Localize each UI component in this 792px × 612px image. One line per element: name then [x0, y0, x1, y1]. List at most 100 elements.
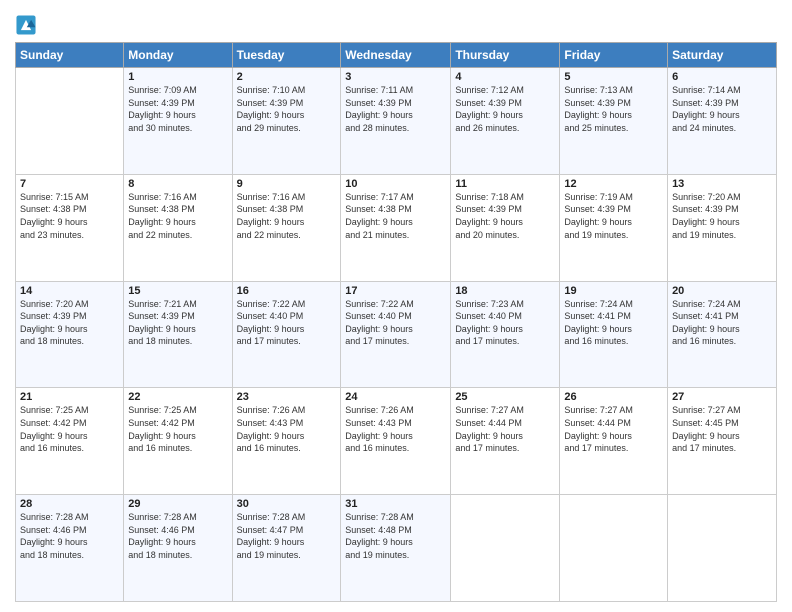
day-number: 7: [20, 178, 119, 190]
day-number: 24: [345, 391, 446, 403]
day-info: Sunrise: 7:28 AM Sunset: 4:46 PM Dayligh…: [20, 511, 119, 561]
day-number: 28: [20, 498, 119, 510]
column-header-thursday: Thursday: [451, 43, 560, 68]
header: [15, 10, 777, 36]
day-number: 8: [128, 178, 227, 190]
day-info: Sunrise: 7:09 AM Sunset: 4:39 PM Dayligh…: [128, 84, 227, 134]
calendar-cell: [451, 495, 560, 602]
calendar-cell: [16, 68, 124, 175]
column-header-sunday: Sunday: [16, 43, 124, 68]
day-number: 1: [128, 71, 227, 83]
day-number: 16: [237, 285, 337, 297]
calendar-cell: 11Sunrise: 7:18 AM Sunset: 4:39 PM Dayli…: [451, 174, 560, 281]
day-number: 6: [672, 71, 772, 83]
day-info: Sunrise: 7:28 AM Sunset: 4:48 PM Dayligh…: [345, 511, 446, 561]
day-info: Sunrise: 7:15 AM Sunset: 4:38 PM Dayligh…: [20, 191, 119, 241]
week-row-2: 7Sunrise: 7:15 AM Sunset: 4:38 PM Daylig…: [16, 174, 777, 281]
day-info: Sunrise: 7:21 AM Sunset: 4:39 PM Dayligh…: [128, 298, 227, 348]
logo: [15, 14, 39, 36]
page: SundayMondayTuesdayWednesdayThursdayFrid…: [0, 0, 792, 612]
day-info: Sunrise: 7:17 AM Sunset: 4:38 PM Dayligh…: [345, 191, 446, 241]
calendar-cell: 27Sunrise: 7:27 AM Sunset: 4:45 PM Dayli…: [668, 388, 777, 495]
day-info: Sunrise: 7:20 AM Sunset: 4:39 PM Dayligh…: [672, 191, 772, 241]
header-row: SundayMondayTuesdayWednesdayThursdayFrid…: [16, 43, 777, 68]
day-number: 18: [455, 285, 555, 297]
calendar-cell: 1Sunrise: 7:09 AM Sunset: 4:39 PM Daylig…: [124, 68, 232, 175]
calendar-cell: 28Sunrise: 7:28 AM Sunset: 4:46 PM Dayli…: [16, 495, 124, 602]
day-info: Sunrise: 7:12 AM Sunset: 4:39 PM Dayligh…: [455, 84, 555, 134]
calendar-cell: 4Sunrise: 7:12 AM Sunset: 4:39 PM Daylig…: [451, 68, 560, 175]
day-number: 3: [345, 71, 446, 83]
day-number: 17: [345, 285, 446, 297]
calendar-cell: 6Sunrise: 7:14 AM Sunset: 4:39 PM Daylig…: [668, 68, 777, 175]
calendar-cell: 29Sunrise: 7:28 AM Sunset: 4:46 PM Dayli…: [124, 495, 232, 602]
day-number: 5: [564, 71, 663, 83]
day-number: 29: [128, 498, 227, 510]
day-info: Sunrise: 7:10 AM Sunset: 4:39 PM Dayligh…: [237, 84, 337, 134]
day-info: Sunrise: 7:20 AM Sunset: 4:39 PM Dayligh…: [20, 298, 119, 348]
day-info: Sunrise: 7:27 AM Sunset: 4:44 PM Dayligh…: [564, 404, 663, 454]
week-row-4: 21Sunrise: 7:25 AM Sunset: 4:42 PM Dayli…: [16, 388, 777, 495]
day-number: 12: [564, 178, 663, 190]
day-number: 23: [237, 391, 337, 403]
day-info: Sunrise: 7:24 AM Sunset: 4:41 PM Dayligh…: [672, 298, 772, 348]
calendar-cell: 17Sunrise: 7:22 AM Sunset: 4:40 PM Dayli…: [341, 281, 451, 388]
day-number: 19: [564, 285, 663, 297]
day-info: Sunrise: 7:28 AM Sunset: 4:46 PM Dayligh…: [128, 511, 227, 561]
day-info: Sunrise: 7:16 AM Sunset: 4:38 PM Dayligh…: [128, 191, 227, 241]
day-info: Sunrise: 7:26 AM Sunset: 4:43 PM Dayligh…: [237, 404, 337, 454]
day-info: Sunrise: 7:22 AM Sunset: 4:40 PM Dayligh…: [345, 298, 446, 348]
calendar-cell: [668, 495, 777, 602]
day-info: Sunrise: 7:27 AM Sunset: 4:44 PM Dayligh…: [455, 404, 555, 454]
logo-icon: [15, 14, 37, 36]
week-row-5: 28Sunrise: 7:28 AM Sunset: 4:46 PM Dayli…: [16, 495, 777, 602]
calendar-cell: 31Sunrise: 7:28 AM Sunset: 4:48 PM Dayli…: [341, 495, 451, 602]
calendar-cell: 21Sunrise: 7:25 AM Sunset: 4:42 PM Dayli…: [16, 388, 124, 495]
calendar-cell: 9Sunrise: 7:16 AM Sunset: 4:38 PM Daylig…: [232, 174, 341, 281]
day-number: 30: [237, 498, 337, 510]
day-number: 2: [237, 71, 337, 83]
calendar-cell: 10Sunrise: 7:17 AM Sunset: 4:38 PM Dayli…: [341, 174, 451, 281]
calendar-cell: [560, 495, 668, 602]
week-row-1: 1Sunrise: 7:09 AM Sunset: 4:39 PM Daylig…: [16, 68, 777, 175]
day-info: Sunrise: 7:22 AM Sunset: 4:40 PM Dayligh…: [237, 298, 337, 348]
column-header-saturday: Saturday: [668, 43, 777, 68]
calendar-cell: 15Sunrise: 7:21 AM Sunset: 4:39 PM Dayli…: [124, 281, 232, 388]
calendar-table: SundayMondayTuesdayWednesdayThursdayFrid…: [15, 42, 777, 602]
calendar-cell: 30Sunrise: 7:28 AM Sunset: 4:47 PM Dayli…: [232, 495, 341, 602]
day-info: Sunrise: 7:24 AM Sunset: 4:41 PM Dayligh…: [564, 298, 663, 348]
day-number: 14: [20, 285, 119, 297]
day-info: Sunrise: 7:23 AM Sunset: 4:40 PM Dayligh…: [455, 298, 555, 348]
calendar-cell: 13Sunrise: 7:20 AM Sunset: 4:39 PM Dayli…: [668, 174, 777, 281]
day-number: 10: [345, 178, 446, 190]
day-number: 4: [455, 71, 555, 83]
day-info: Sunrise: 7:19 AM Sunset: 4:39 PM Dayligh…: [564, 191, 663, 241]
calendar-cell: 3Sunrise: 7:11 AM Sunset: 4:39 PM Daylig…: [341, 68, 451, 175]
calendar-cell: 5Sunrise: 7:13 AM Sunset: 4:39 PM Daylig…: [560, 68, 668, 175]
day-number: 26: [564, 391, 663, 403]
day-number: 27: [672, 391, 772, 403]
day-number: 31: [345, 498, 446, 510]
calendar-cell: 16Sunrise: 7:22 AM Sunset: 4:40 PM Dayli…: [232, 281, 341, 388]
calendar-cell: 20Sunrise: 7:24 AM Sunset: 4:41 PM Dayli…: [668, 281, 777, 388]
calendar-cell: 8Sunrise: 7:16 AM Sunset: 4:38 PM Daylig…: [124, 174, 232, 281]
day-info: Sunrise: 7:13 AM Sunset: 4:39 PM Dayligh…: [564, 84, 663, 134]
day-info: Sunrise: 7:14 AM Sunset: 4:39 PM Dayligh…: [672, 84, 772, 134]
day-info: Sunrise: 7:16 AM Sunset: 4:38 PM Dayligh…: [237, 191, 337, 241]
column-header-monday: Monday: [124, 43, 232, 68]
calendar-cell: 24Sunrise: 7:26 AM Sunset: 4:43 PM Dayli…: [341, 388, 451, 495]
day-number: 15: [128, 285, 227, 297]
calendar-cell: 18Sunrise: 7:23 AM Sunset: 4:40 PM Dayli…: [451, 281, 560, 388]
day-number: 20: [672, 285, 772, 297]
day-number: 13: [672, 178, 772, 190]
column-header-wednesday: Wednesday: [341, 43, 451, 68]
week-row-3: 14Sunrise: 7:20 AM Sunset: 4:39 PM Dayli…: [16, 281, 777, 388]
calendar-cell: 26Sunrise: 7:27 AM Sunset: 4:44 PM Dayli…: [560, 388, 668, 495]
day-info: Sunrise: 7:27 AM Sunset: 4:45 PM Dayligh…: [672, 404, 772, 454]
day-info: Sunrise: 7:25 AM Sunset: 4:42 PM Dayligh…: [128, 404, 227, 454]
day-number: 25: [455, 391, 555, 403]
day-info: Sunrise: 7:28 AM Sunset: 4:47 PM Dayligh…: [237, 511, 337, 561]
calendar-cell: 7Sunrise: 7:15 AM Sunset: 4:38 PM Daylig…: [16, 174, 124, 281]
day-number: 9: [237, 178, 337, 190]
day-number: 11: [455, 178, 555, 190]
